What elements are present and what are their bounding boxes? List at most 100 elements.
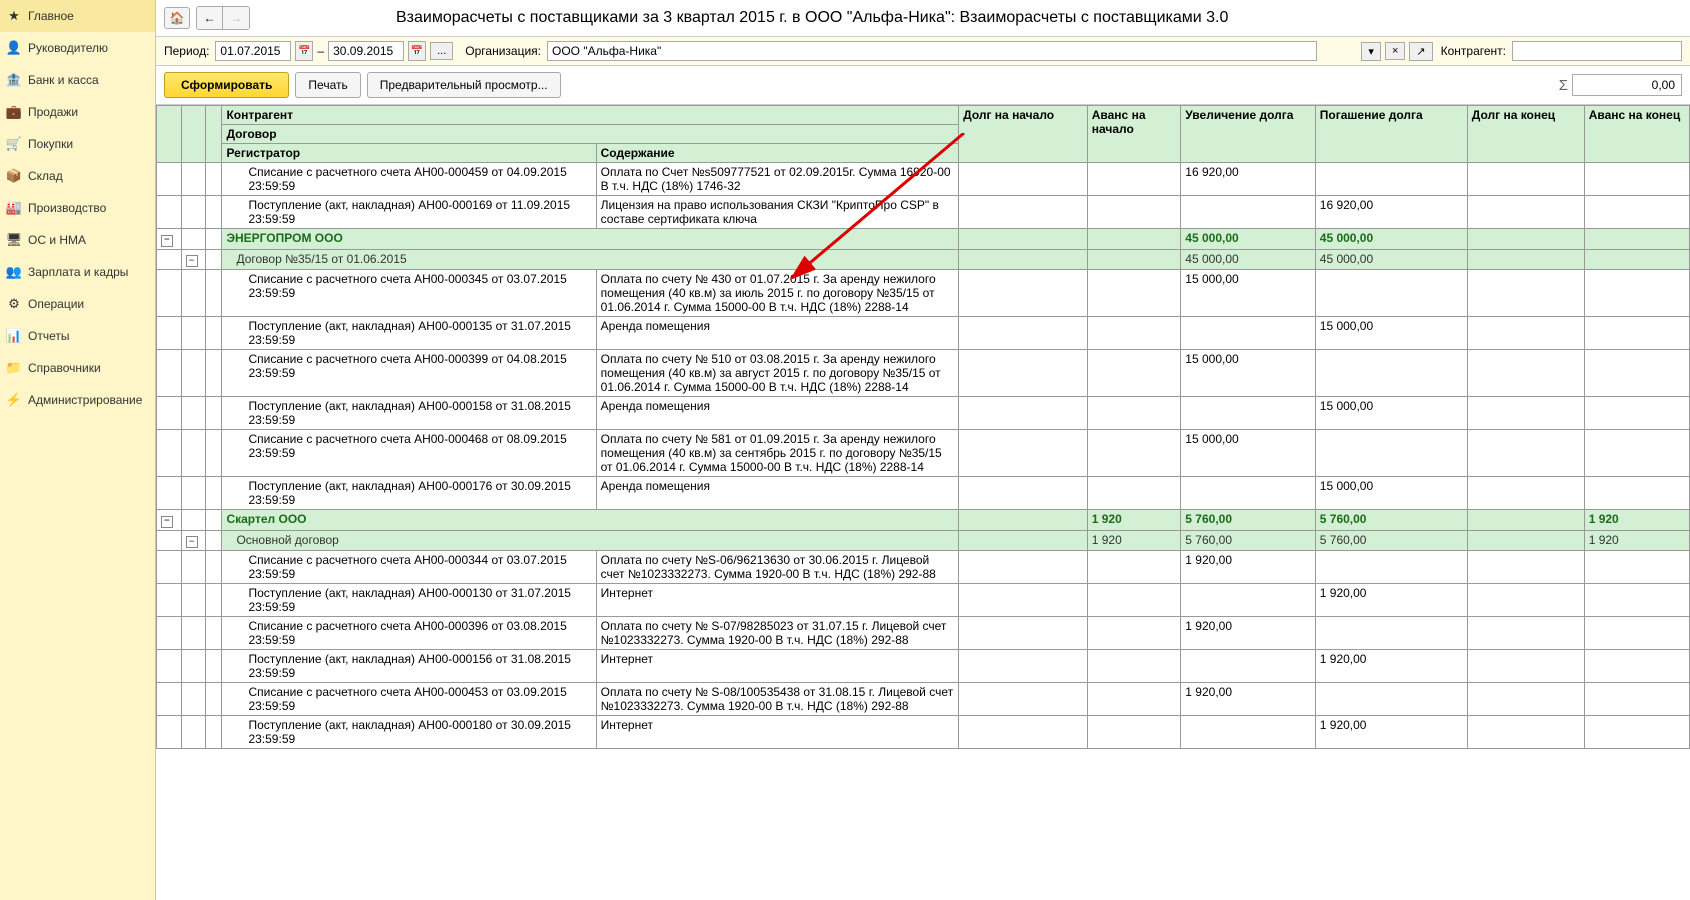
sidebar-item-9[interactable]: ⚙Операции <box>0 288 155 320</box>
cell-value <box>1467 650 1584 683</box>
cell-description: Аренда помещения <box>596 317 958 350</box>
calendar-to-button[interactable]: 📅 <box>408 41 426 61</box>
table-row[interactable]: Списание с расчетного счета АН00-000453 … <box>157 683 1690 716</box>
table-row[interactable]: −Основной договор1 9205 760,005 760,001 … <box>157 530 1690 551</box>
table-row[interactable]: Поступление (акт, накладная) АН00-000176… <box>157 477 1690 510</box>
cell-value <box>1584 249 1689 270</box>
org-dropdown-button[interactable]: ▾ <box>1361 42 1381 61</box>
table-row[interactable]: −Скартел ООО1 9205 760,005 760,001 920 <box>157 510 1690 531</box>
cell-value <box>1467 196 1584 229</box>
table-row[interactable]: Списание с расчетного счета АН00-000344 … <box>157 551 1690 584</box>
cell-value <box>959 510 1088 531</box>
table-row[interactable]: Списание с расчетного счета АН00-000468 … <box>157 430 1690 477</box>
table-row[interactable]: Поступление (акт, накладная) АН00-000169… <box>157 196 1690 229</box>
date-from-input[interactable] <box>215 41 291 61</box>
sidebar-item-2[interactable]: 🏦Банк и касса <box>0 64 155 96</box>
cell-value <box>1181 716 1315 749</box>
cell-value <box>1181 317 1315 350</box>
table-row[interactable]: Списание с расчетного счета АН00-000399 … <box>157 350 1690 397</box>
calendar-from-button[interactable]: 📅 <box>295 41 313 61</box>
cell-value <box>1584 683 1689 716</box>
cell-value: 45 000,00 <box>1315 229 1467 250</box>
expand-button[interactable]: − <box>186 536 198 548</box>
table-row[interactable]: Поступление (акт, накладная) АН00-000135… <box>157 317 1690 350</box>
period-dots-button[interactable]: ... <box>430 42 453 60</box>
table-row[interactable]: −Договор №35/15 от 01.06.201545 000,0045… <box>157 249 1690 270</box>
cell-value: 15 000,00 <box>1181 430 1315 477</box>
forward-button[interactable]: → <box>223 7 249 29</box>
date-to-input[interactable] <box>328 41 404 61</box>
cell-value <box>1087 397 1181 430</box>
sidebar-item-7[interactable]: 🖥ОС и НМА <box>0 224 155 256</box>
sidebar-label-7: ОС и НМА <box>28 233 86 247</box>
table-row[interactable]: Списание с расчетного счета АН00-000459 … <box>157 163 1690 196</box>
sidebar-icon-2: 🏦 <box>6 72 22 88</box>
form-button[interactable]: Сформировать <box>164 72 289 98</box>
cell-value <box>1584 650 1689 683</box>
cell-value <box>1467 510 1584 531</box>
sidebar-item-1[interactable]: 👤Руководителю <box>0 32 155 64</box>
sidebar-item-5[interactable]: 📦Склад <box>0 160 155 192</box>
sidebar-item-0[interactable]: ★Главное <box>0 0 155 32</box>
col-debt-end: Долг на конец <box>1467 106 1584 163</box>
sidebar-label-9: Операции <box>28 297 84 311</box>
cell-value <box>959 584 1088 617</box>
cell-value <box>959 229 1088 250</box>
sidebar-item-8[interactable]: 👥Зарплата и кадры <box>0 256 155 288</box>
cell-description: Оплата по счету № 581 от 01.09.2015 г. З… <box>596 430 958 477</box>
cell-value: 1 920 <box>1087 510 1181 531</box>
sidebar-item-11[interactable]: 📁 Справочники <box>0 352 155 384</box>
sidebar-item-10[interactable]: 📊Отчеты <box>0 320 155 352</box>
cell-value <box>1584 196 1689 229</box>
org-label: Организация: <box>465 44 541 58</box>
cell-description: Интернет <box>596 584 958 617</box>
cell-registrator: Списание с расчетного счета АН00-000345 … <box>222 270 596 317</box>
sidebar-item-4[interactable]: 🛒Покупки <box>0 128 155 160</box>
table-row[interactable]: Поступление (акт, накладная) АН00-000156… <box>157 650 1690 683</box>
cell-value: 15 000,00 <box>1181 270 1315 317</box>
org-input[interactable] <box>547 41 1317 61</box>
table-row[interactable]: Поступление (акт, накладная) АН00-000158… <box>157 397 1690 430</box>
cell-value <box>1584 617 1689 650</box>
sidebar-icon-11: 📁 <box>6 360 22 376</box>
table-row[interactable]: −ЭНЕРГОПРОМ ООО45 000,0045 000,00 <box>157 229 1690 250</box>
cell-description: Лицензия на право использования СКЗИ "Кр… <box>596 196 958 229</box>
cell-value <box>959 270 1088 317</box>
sidebar-item-12[interactable]: ⚡Администрирование <box>0 384 155 416</box>
home-button[interactable]: 🏠 <box>164 7 190 29</box>
cell-value <box>1181 196 1315 229</box>
print-button[interactable]: Печать <box>295 72 360 98</box>
cell-registrator: Поступление (акт, накладная) АН00-000158… <box>222 397 596 430</box>
contr-input[interactable] <box>1512 41 1682 61</box>
table-row[interactable]: Списание с расчетного счета АН00-000345 … <box>157 270 1690 317</box>
cell-description: Оплата по Счет №s509777521 от 02.09.2015… <box>596 163 958 196</box>
cell-registrator: Списание с расчетного счета АН00-000396 … <box>222 617 596 650</box>
cell-registrator: Поступление (акт, накладная) АН00-000135… <box>222 317 596 350</box>
cell-value <box>1584 229 1689 250</box>
expand-button[interactable]: − <box>161 516 173 528</box>
org-open-button[interactable]: ↗ <box>1409 42 1432 61</box>
table-row[interactable]: Списание с расчетного счета АН00-000396 … <box>157 617 1690 650</box>
cell-registrator: Поступление (акт, накладная) АН00-000176… <box>222 477 596 510</box>
cell-value <box>1467 270 1584 317</box>
expand-button[interactable]: − <box>186 255 198 267</box>
preview-button[interactable]: Предварительный просмотр... <box>367 72 561 98</box>
cell-registrator: Списание с расчетного счета АН00-000344 … <box>222 551 596 584</box>
sidebar-item-3[interactable]: 💼Продажи <box>0 96 155 128</box>
cell-value <box>1087 430 1181 477</box>
table-row[interactable]: Поступление (акт, накладная) АН00-000130… <box>157 584 1690 617</box>
org-clear-button[interactable]: × <box>1385 42 1405 60</box>
cell-value <box>1181 650 1315 683</box>
back-button[interactable]: ← <box>197 7 223 29</box>
table-row[interactable]: Поступление (акт, накладная) АН00-000180… <box>157 716 1690 749</box>
report-area[interactable]: Контрагент Долг на начало Аванс на начал… <box>156 105 1690 900</box>
sum-input[interactable] <box>1572 74 1682 96</box>
cell-value <box>1584 270 1689 317</box>
sidebar-label-11: Справочники <box>28 361 101 375</box>
cell-registrator: Списание с расчетного счета АН00-000468 … <box>222 430 596 477</box>
sidebar-item-6[interactable]: 🏭Производство <box>0 192 155 224</box>
expand-button[interactable]: − <box>161 235 173 247</box>
col-dec-debt: Погашение долга <box>1315 106 1467 163</box>
cell-value <box>1315 551 1467 584</box>
cell-value <box>1181 477 1315 510</box>
